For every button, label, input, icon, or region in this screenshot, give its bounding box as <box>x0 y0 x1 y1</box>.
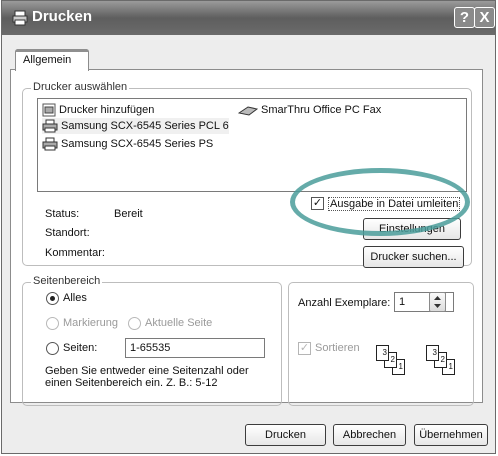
page-range-hint: Geben Sie entweder eine Seitenzahl oder … <box>45 365 249 389</box>
copies-label: Anzahl Exemplare: <box>298 297 391 309</box>
list-item[interactable]: Samsung SCX-6545 Series PCL 6 <box>42 118 229 134</box>
spin-arrows-icon <box>434 296 441 308</box>
printer-icon <box>42 119 58 133</box>
printer-icon <box>42 137 58 151</box>
pages-label[interactable]: Seiten: <box>63 342 97 354</box>
selection-radio[interactable] <box>46 317 59 330</box>
help-button[interactable]: ? <box>454 7 475 28</box>
location-label: Standort: <box>45 227 90 239</box>
print-to-file-checkbox[interactable]: ✓ <box>311 197 324 210</box>
collate-page: 3 <box>426 345 439 361</box>
list-item[interactable]: Drucker hinzufügen <box>42 102 154 118</box>
comment-label: Kommentar: <box>45 247 105 259</box>
print-to-file-label[interactable]: Ausgabe in Datei umleiten <box>328 197 461 211</box>
title-bar[interactable]: Drucken ? X <box>2 1 495 35</box>
fax-icon <box>238 106 258 116</box>
copies-stepper[interactable] <box>429 292 446 312</box>
printer-list[interactable]: Drucker hinzufügen SmarThru Office PC Fa… <box>37 98 467 192</box>
find-printer-button[interactable]: Drucker suchen... <box>363 246 464 268</box>
window-title: Drucken <box>32 8 93 25</box>
status-label: Status: <box>45 208 80 220</box>
status-value: Bereit <box>114 208 143 220</box>
current-page-label[interactable]: Aktuelle Seite <box>145 317 212 329</box>
printer-name: Samsung SCX-6545 Series PCL 6 <box>61 120 229 132</box>
collate-label[interactable]: Sortieren <box>315 342 360 354</box>
tab-allgemein[interactable]: Allgemein <box>15 49 89 71</box>
settings-button[interactable]: Einstellungen <box>363 218 461 240</box>
printer-icon <box>12 10 28 26</box>
list-item[interactable]: SmarThru Office PC Fax <box>238 102 381 118</box>
printer-group-legend: Drucker auswählen <box>31 81 130 93</box>
print-button[interactable]: Drucken <box>245 424 326 446</box>
all-label[interactable]: Alles <box>63 292 87 304</box>
current-page-radio[interactable] <box>128 317 141 330</box>
apply-button[interactable]: Übernehmen <box>414 424 488 446</box>
cancel-button[interactable]: Abbrechen <box>333 424 406 446</box>
collate-checkbox[interactable]: ✓ <box>298 342 311 355</box>
add-printer-icon <box>42 103 56 117</box>
printer-name: Drucker hinzufügen <box>59 104 155 116</box>
pages-input[interactable]: 1-65535 <box>125 338 265 358</box>
collate-page: 3 <box>376 345 389 361</box>
page-range-legend: Seitenbereich <box>31 275 103 287</box>
list-item[interactable]: Samsung SCX-6545 Series PS <box>42 136 213 152</box>
selection-label[interactable]: Markierung <box>63 317 118 329</box>
all-radio[interactable] <box>46 292 59 305</box>
printer-name: SmarThru Office PC Fax <box>261 104 382 116</box>
close-button[interactable]: X <box>474 7 495 28</box>
pages-radio[interactable] <box>46 342 59 355</box>
printer-name: Samsung SCX-6545 Series PS <box>61 138 214 150</box>
